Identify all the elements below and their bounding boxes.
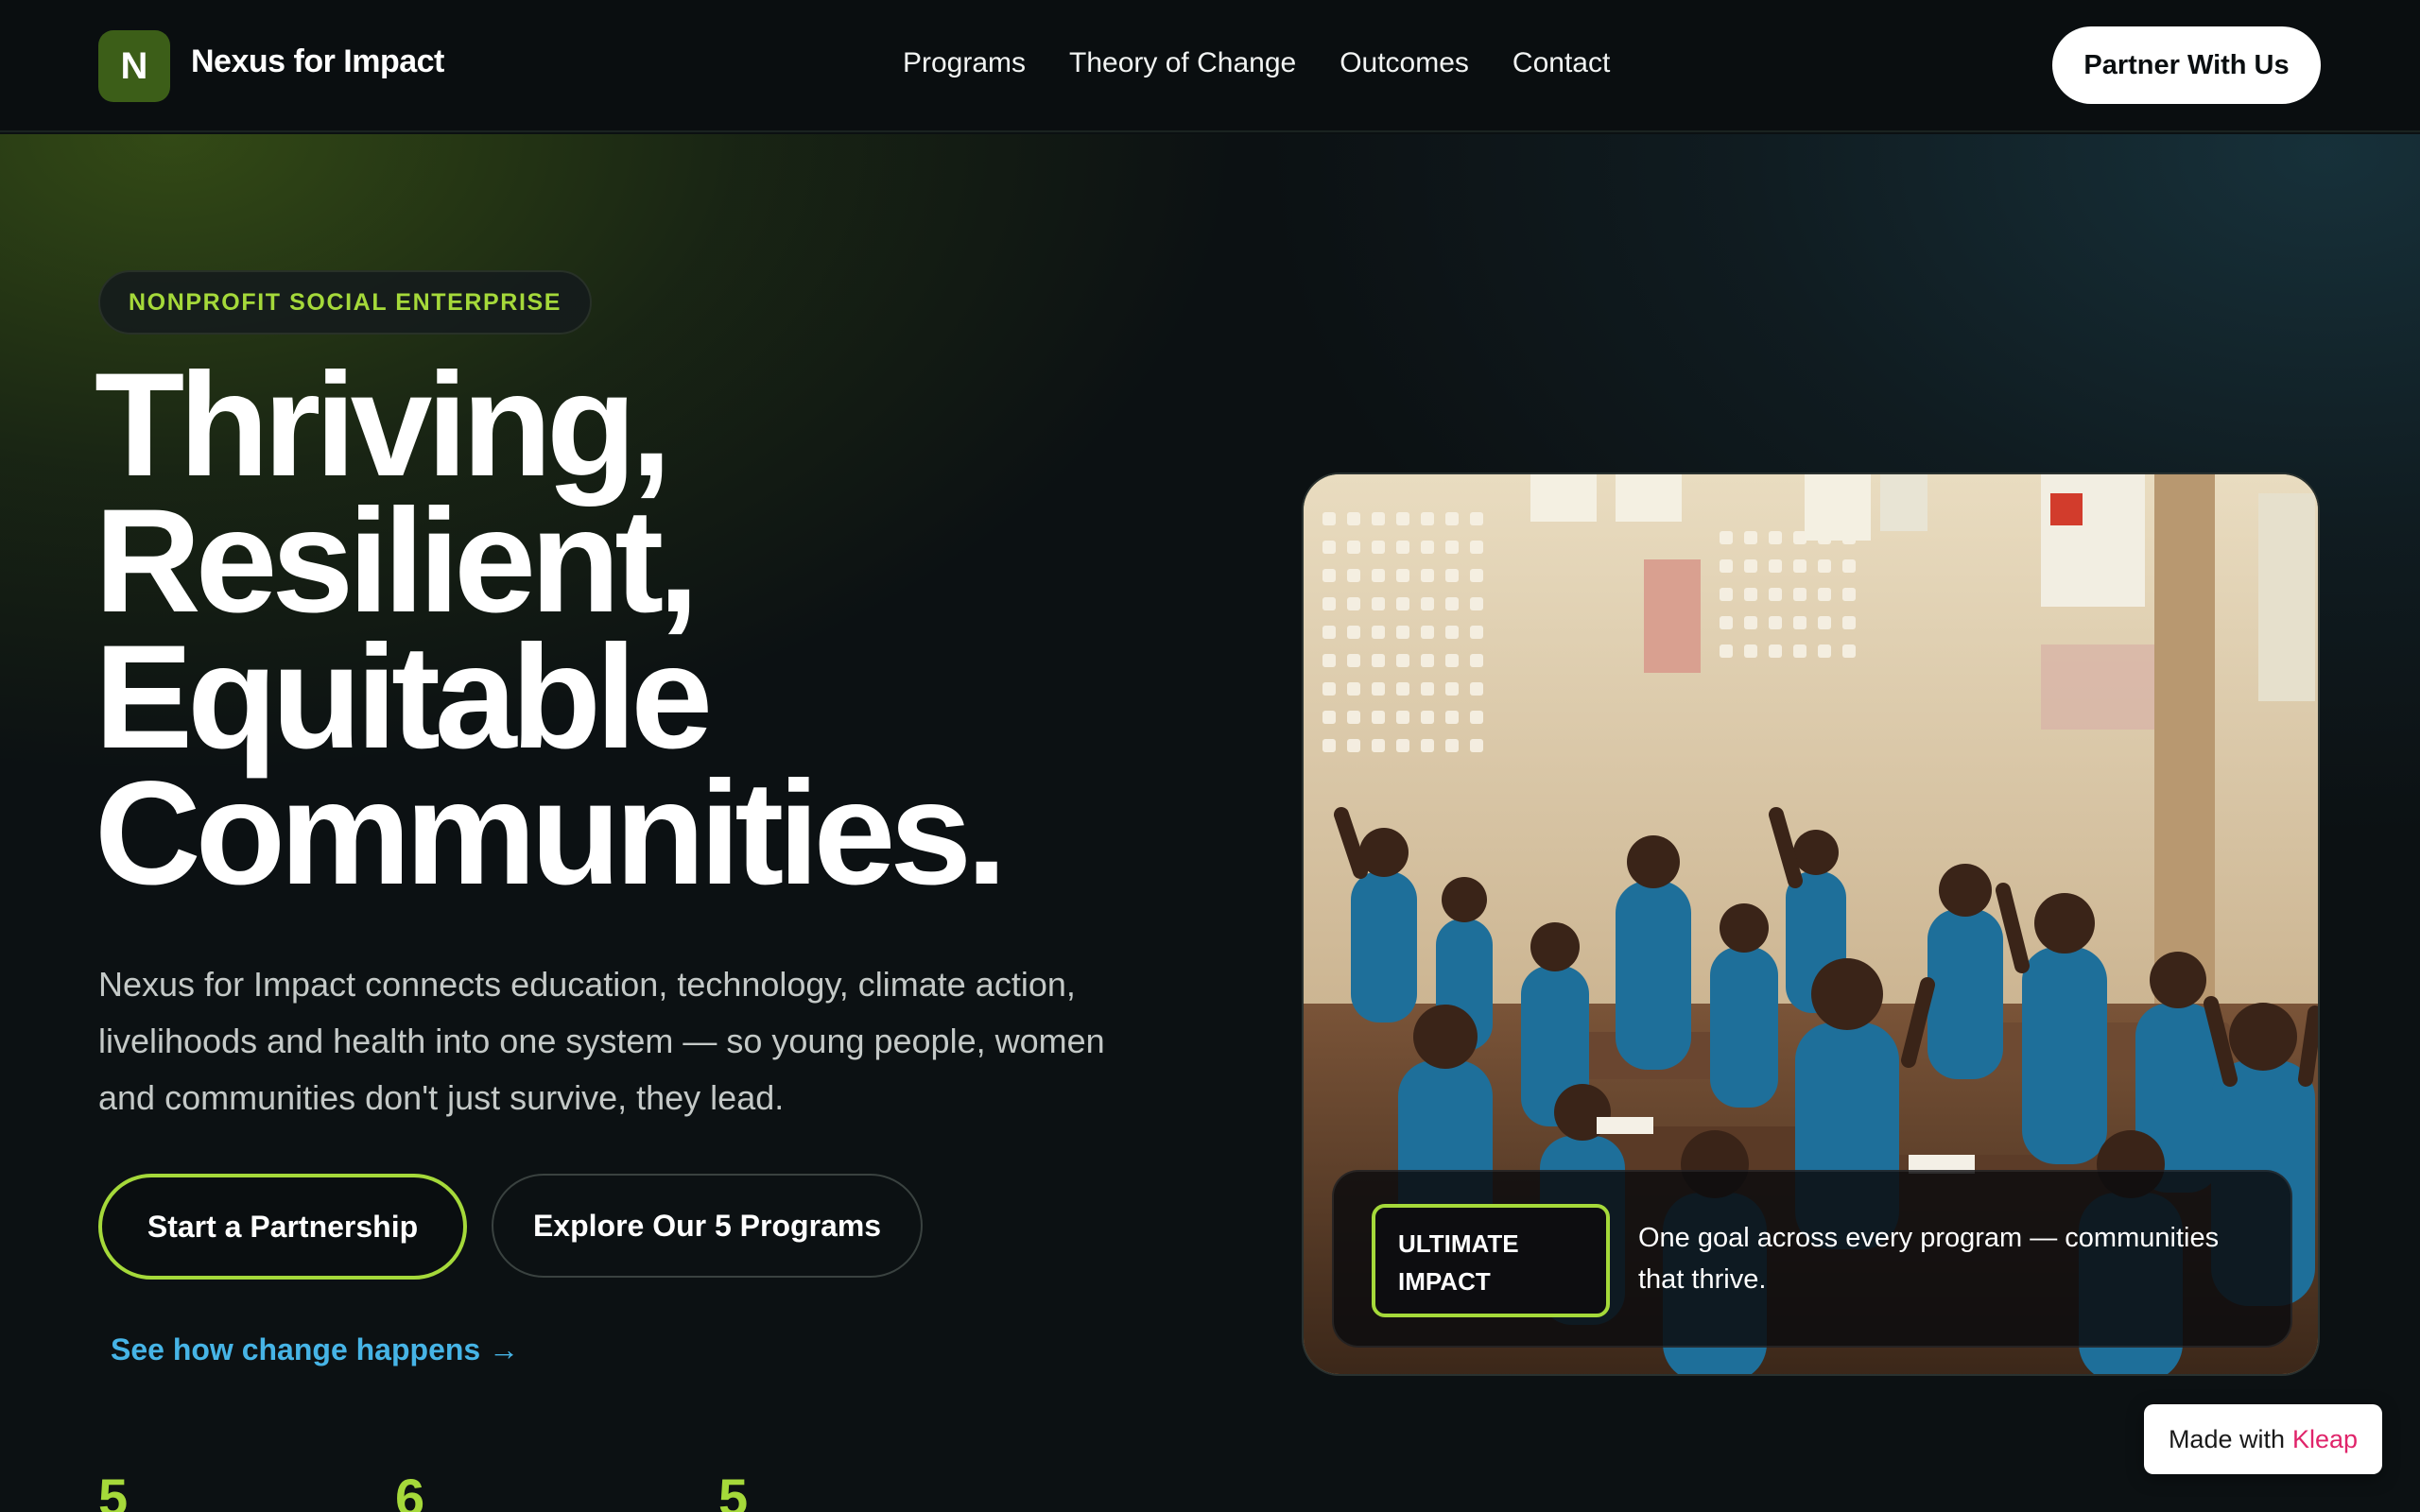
headline-line: Equitable — [95, 615, 713, 780]
nav-links: Programs Theory of Change Outcomes Conta… — [903, 47, 1610, 79]
explore-programs-button[interactable]: Explore Our 5 Programs — [492, 1174, 923, 1278]
stat-value: 5 — [718, 1468, 749, 1512]
brand-name[interactable]: Nexus for Impact — [191, 43, 444, 80]
nav-link-contact[interactable]: Contact — [1512, 47, 1610, 79]
kleap-brand: Kleap — [2292, 1424, 2359, 1453]
made-with-kleap-badge[interactable]: Made with Kleap — [2144, 1404, 2382, 1474]
start-partnership-button[interactable]: Start a Partnership — [98, 1174, 467, 1280]
category-badge: NONPROFIT SOCIAL ENTERPRISE — [98, 270, 593, 335]
nav-link-programs[interactable]: Programs — [903, 47, 1026, 79]
classroom-photo: ULTIMATE IMPACT One goal across every pr… — [1302, 472, 2320, 1376]
stat-value: 5 — [98, 1468, 129, 1512]
hero-headline: Thriving, Resilient, Equitable Communiti… — [95, 343, 1229, 916]
stat-value: 6 — [395, 1468, 425, 1512]
kleap-prefix: Made with — [2168, 1424, 2285, 1453]
impact-overlay-card: ULTIMATE IMPACT One goal across every pr… — [1332, 1170, 2292, 1348]
nav-link-outcomes[interactable]: Outcomes — [1340, 47, 1469, 79]
partner-with-us-button[interactable]: Partner With Us — [2052, 26, 2321, 104]
top-navbar: N Nexus for Impact Programs Theory of Ch… — [0, 0, 2420, 132]
ultimate-impact-tag: ULTIMATE IMPACT — [1372, 1204, 1610, 1317]
impact-caption: One goal across every program — communit… — [1638, 1223, 2220, 1295]
headline-line: Communities. — [95, 751, 1007, 916]
nav-link-theory-of-change[interactable]: Theory of Change — [1069, 47, 1296, 79]
headline-line: Thriving, — [95, 343, 672, 507]
logo-icon[interactable]: N — [98, 30, 170, 102]
hero-description: Nexus for Impact connects education, tec… — [98, 965, 1105, 1117]
see-how-change-happens-link[interactable]: See how change happens → — [111, 1332, 519, 1367]
headline-line: Resilient, — [95, 479, 700, 644]
